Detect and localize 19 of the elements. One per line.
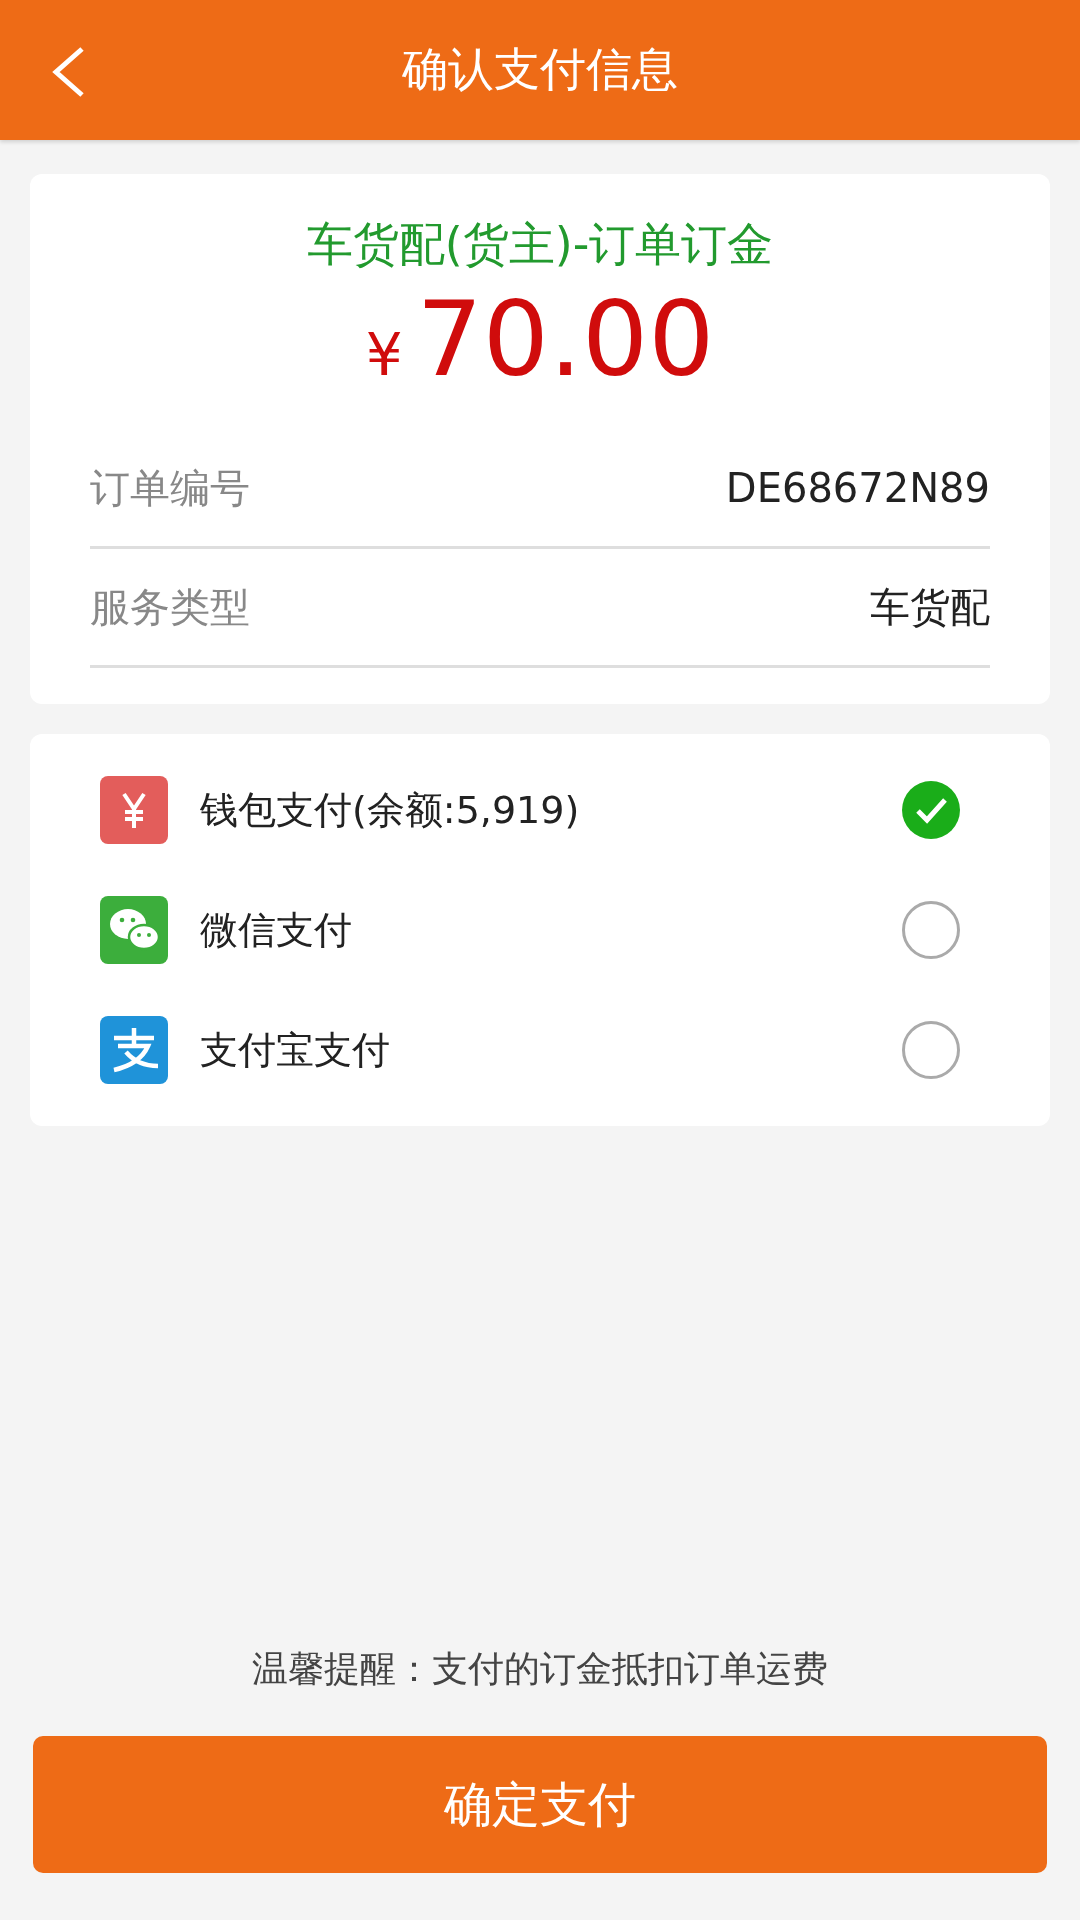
amount: 70.00 <box>416 282 715 397</box>
payment-label[interactable]: 钱包支付(余额:5,919) <box>200 784 902 836</box>
radio-checked-icon[interactable] <box>902 781 960 840</box>
alipay-icon <box>100 1016 168 1085</box>
payment-label[interactable]: 支付宝支付 <box>200 1024 902 1076</box>
field-value: 车货配 <box>870 582 990 632</box>
currency-symbol: ¥ <box>365 321 403 389</box>
payment-label[interactable]: 微信支付 <box>200 904 902 956</box>
radio-icon[interactable] <box>902 901 960 960</box>
page-title: 确认支付信息 <box>402 41 678 98</box>
chat-bubbles-icon <box>100 896 168 965</box>
radio-icon[interactable] <box>902 1021 960 1080</box>
field-label: 订单编号 <box>90 463 250 513</box>
order-title: 车货配(货主)-订单订金 <box>306 216 774 273</box>
field-value: DE68672N89 <box>725 465 990 512</box>
hint-text: 温馨提醒：支付的订金抵扣订单运费 <box>251 1647 829 1691</box>
yen-icon <box>100 776 168 845</box>
field-label: 服务类型 <box>90 582 250 632</box>
back-icon[interactable] <box>50 46 86 98</box>
